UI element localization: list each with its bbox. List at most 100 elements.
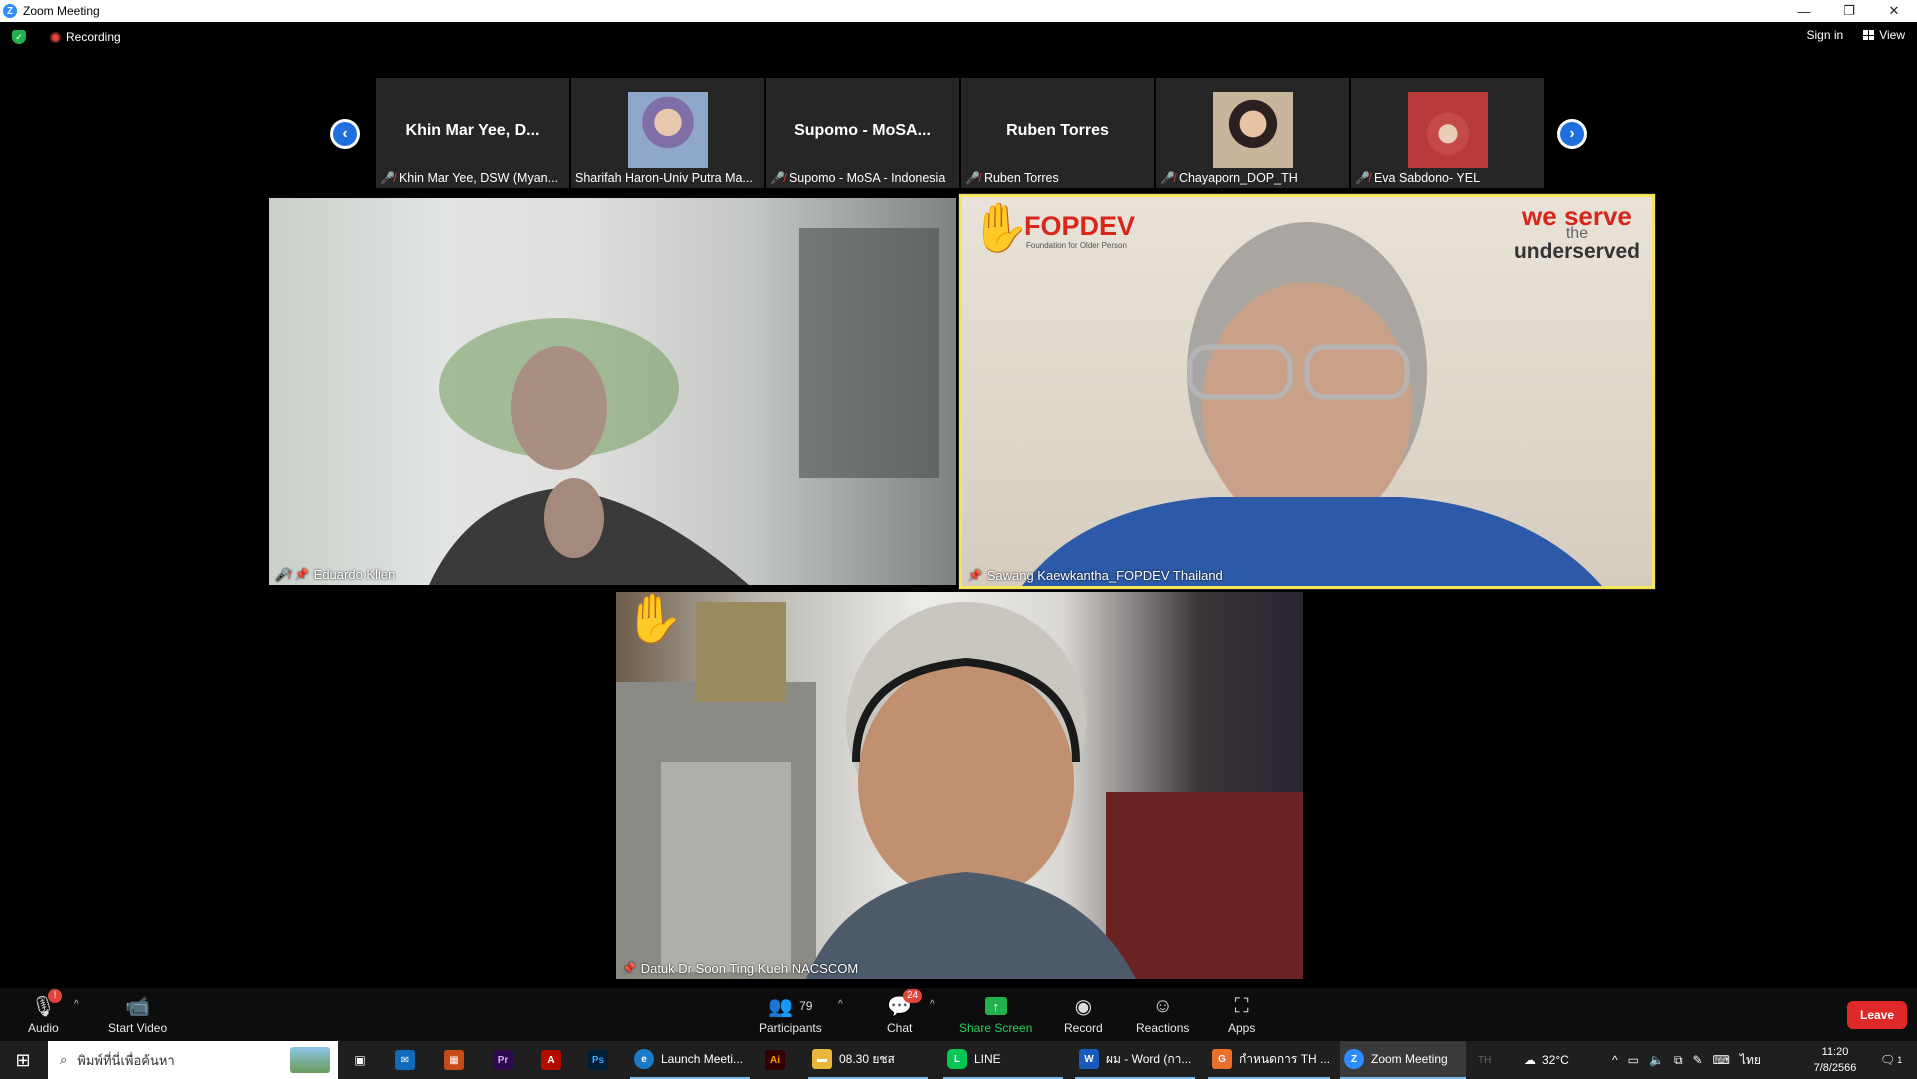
windows-taskbar: ⊞ ⌕ พิมพ์ที่นี่เพื่อค้นหา ▣ ✉ ▦ Pr A Ps … bbox=[0, 1041, 1917, 1079]
zoom-taskbar-icon: Z bbox=[1344, 1049, 1364, 1069]
document-app-icon: G bbox=[1212, 1049, 1232, 1069]
video-off-icon: 📹 bbox=[125, 995, 151, 1018]
fopdev-subtitle: Foundation for Older Person bbox=[1026, 241, 1127, 250]
photoshop-app[interactable]: Ps bbox=[588, 1041, 608, 1079]
participant-thumb[interactable]: Supomo - MoSA... 🎤̸ Supomo - MoSA - Indon… bbox=[766, 78, 959, 188]
participant-thumb[interactable]: Ruben Torres 🎤̸ Ruben Torres bbox=[961, 78, 1154, 188]
cloud-icon: ☁ bbox=[1524, 1053, 1536, 1067]
audio-options-caret[interactable]: ^ bbox=[74, 999, 79, 1010]
participant-caption: Sharifah Haron-Univ Putra Ma... bbox=[575, 171, 753, 185]
security-shield-icon[interactable]: ✓ bbox=[12, 30, 26, 44]
taskbar-edge[interactable]: e Launch Meeti... bbox=[630, 1041, 750, 1079]
illustrator-icon: Ai bbox=[765, 1050, 785, 1070]
pin-icon: 📌 bbox=[968, 570, 982, 582]
pin-icon: 📌 bbox=[294, 569, 309, 581]
video-caption: Sawang Kaewkantha_FOPDEV Thailand bbox=[986, 568, 1223, 583]
taskbar-word[interactable]: W ผม - Word (กา... bbox=[1075, 1041, 1195, 1079]
photoshop-icon: Ps bbox=[588, 1050, 608, 1070]
mic-muted-icon: 🎤̸ bbox=[770, 171, 785, 185]
top-right-controls: Sign in View bbox=[1807, 28, 1906, 42]
notification-icon: 🗨 bbox=[1880, 1053, 1896, 1067]
video-tile-eduardo[interactable]: 🎤̸ 📌 Eduardo Klien bbox=[269, 198, 956, 585]
acrobat-icon: A bbox=[541, 1050, 561, 1070]
weather-widget[interactable]: ☁ 32°C bbox=[1524, 1041, 1569, 1079]
task-view-button[interactable]: ▣ bbox=[348, 1041, 372, 1079]
windows-logo-icon: ⊞ bbox=[15, 1049, 31, 1070]
pen-icon[interactable]: ✎ bbox=[1693, 1053, 1703, 1067]
video-caption: Eduardo Klien bbox=[313, 567, 396, 582]
participant-name-large: Supomo - MoSA... bbox=[794, 122, 931, 139]
mail-icon: ✉ bbox=[395, 1050, 415, 1070]
participant-photo bbox=[1212, 92, 1293, 168]
participant-caption: Chayaporn_DOP_TH bbox=[1178, 171, 1298, 185]
grid-view-icon bbox=[1863, 30, 1875, 40]
keyboard-icon[interactable]: ⌨ bbox=[1713, 1053, 1730, 1067]
mic-muted-icon: 🎤̸ bbox=[965, 171, 980, 185]
fopdev-logo: FOPDEV bbox=[1024, 211, 1136, 241]
video-caption: Datuk Dr Soon Ting Kueh NACSCOM bbox=[640, 961, 859, 976]
record-button[interactable]: ◉ Record bbox=[1064, 993, 1103, 1036]
illustrator-app[interactable]: Ai bbox=[765, 1041, 785, 1079]
taskbar-document-label: กำหนดการ TH ... bbox=[1239, 1051, 1331, 1066]
view-button[interactable]: View bbox=[1863, 28, 1905, 42]
tray-expand-chevron-icon[interactable]: ^ bbox=[1612, 1053, 1618, 1067]
taskbar-line[interactable]: L LINE bbox=[943, 1041, 1063, 1079]
video-tile-datuk[interactable]: ✋ 📌 Datuk Dr Soon Ting Kueh NACSCOM bbox=[616, 592, 1303, 979]
participant-thumb[interactable]: Khin Mar Yee, D... 🎤̸ Khin Mar Yee, DSW (… bbox=[376, 78, 569, 188]
recording-indicator[interactable]: Recording bbox=[50, 30, 121, 44]
strip-prev-button[interactable]: ‹ bbox=[330, 119, 360, 149]
raise-hand-icon: ✋ bbox=[624, 593, 684, 646]
recording-icon bbox=[50, 31, 61, 43]
chat-options-caret[interactable]: ^ bbox=[930, 999, 935, 1010]
participant-thumb[interactable]: Sharifah Haron-Univ Putra Ma... bbox=[571, 78, 764, 188]
restore-button[interactable]: ❐ bbox=[1826, 0, 1872, 22]
audio-button[interactable]: 🎙! Audio bbox=[28, 989, 63, 1035]
taskbar-search-box[interactable]: ⌕ พิมพ์ที่นี่เพื่อค้นหา bbox=[48, 1041, 338, 1079]
participant-thumb[interactable]: 🎤̸ Chayaporn_DOP_TH bbox=[1156, 78, 1349, 188]
strip-next-button[interactable]: › bbox=[1557, 119, 1587, 149]
leave-button[interactable]: Leave bbox=[1847, 1001, 1907, 1029]
start-video-button[interactable]: 📹 Start Video bbox=[108, 993, 167, 1036]
acrobat-app[interactable]: A bbox=[541, 1041, 561, 1079]
slogan-line-3: underserved bbox=[1513, 240, 1640, 263]
mail-app[interactable]: ✉ bbox=[395, 1041, 415, 1079]
taskbar-word-label: ผม - Word (กา... bbox=[1106, 1051, 1192, 1066]
store-app[interactable]: ▦ bbox=[444, 1041, 464, 1079]
taskbar-zoom[interactable]: Z Zoom Meeting bbox=[1340, 1041, 1466, 1079]
participant-video bbox=[616, 602, 1303, 979]
minimize-button[interactable]: — bbox=[1781, 0, 1827, 22]
raise-hand-icon: ✋ bbox=[970, 202, 1030, 255]
mic-muted-icon: 🎤̸ bbox=[1355, 171, 1370, 185]
mic-muted-icon: 🎤̸ bbox=[1160, 171, 1175, 185]
search-placeholder: พิมพ์ที่นี่เพื่อค้นหา bbox=[77, 1052, 175, 1068]
recording-label: Recording bbox=[66, 30, 121, 44]
participant-thumb[interactable]: 🎤̸ Eva Sabdono- YEL bbox=[1351, 78, 1544, 188]
sign-in-link[interactable]: Sign in bbox=[1807, 28, 1844, 42]
taskbar-folder[interactable]: ▬ 08.30 ยชส bbox=[808, 1041, 928, 1079]
reactions-button[interactable]: ☺ Reactions bbox=[1136, 993, 1189, 1036]
start-button[interactable]: ⊞ bbox=[0, 1041, 46, 1079]
taskbar-clock[interactable]: 11:20 7/8/2566 bbox=[1795, 1044, 1875, 1076]
display-icon[interactable]: ⧉ bbox=[1674, 1053, 1683, 1068]
apps-icon: ⛶ bbox=[1234, 994, 1249, 1017]
search-icon: ⌕ bbox=[60, 1052, 68, 1067]
edge-icon: e bbox=[634, 1049, 654, 1069]
volume-icon[interactable]: 🔈 bbox=[1649, 1053, 1664, 1067]
close-button[interactable]: ✕ bbox=[1871, 0, 1917, 22]
participants-button[interactable]: 👥 79 Participants bbox=[759, 993, 822, 1036]
share-screen-button[interactable]: ↑ Share Screen bbox=[959, 993, 1032, 1035]
video-tile-sawang-active-speaker[interactable]: ✋ FOPDEV Foundation for Older Person we … bbox=[958, 193, 1656, 590]
chat-unread-badge: 24 bbox=[903, 989, 923, 1003]
premiere-app[interactable]: Pr bbox=[493, 1041, 513, 1079]
network-icon[interactable]: ▭ bbox=[1628, 1053, 1639, 1067]
meeting-status: ✓ Recording bbox=[12, 30, 121, 44]
participants-options-caret[interactable]: ^ bbox=[838, 999, 843, 1010]
taskbar-document-app[interactable]: G กำหนดการ TH ... bbox=[1208, 1041, 1330, 1079]
input-language[interactable]: ไทย bbox=[1740, 1051, 1761, 1070]
pin-icon: 📌 bbox=[622, 963, 636, 975]
task-view-icon: ▣ bbox=[354, 1053, 366, 1067]
chat-button[interactable]: 💬 24 Chat bbox=[887, 989, 923, 1035]
apps-button[interactable]: ⛶ Apps bbox=[1228, 993, 1255, 1036]
notification-button[interactable]: 🗨 1 bbox=[1880, 1041, 1902, 1079]
participant-caption: Supomo - MoSA - Indonesia bbox=[788, 171, 946, 185]
